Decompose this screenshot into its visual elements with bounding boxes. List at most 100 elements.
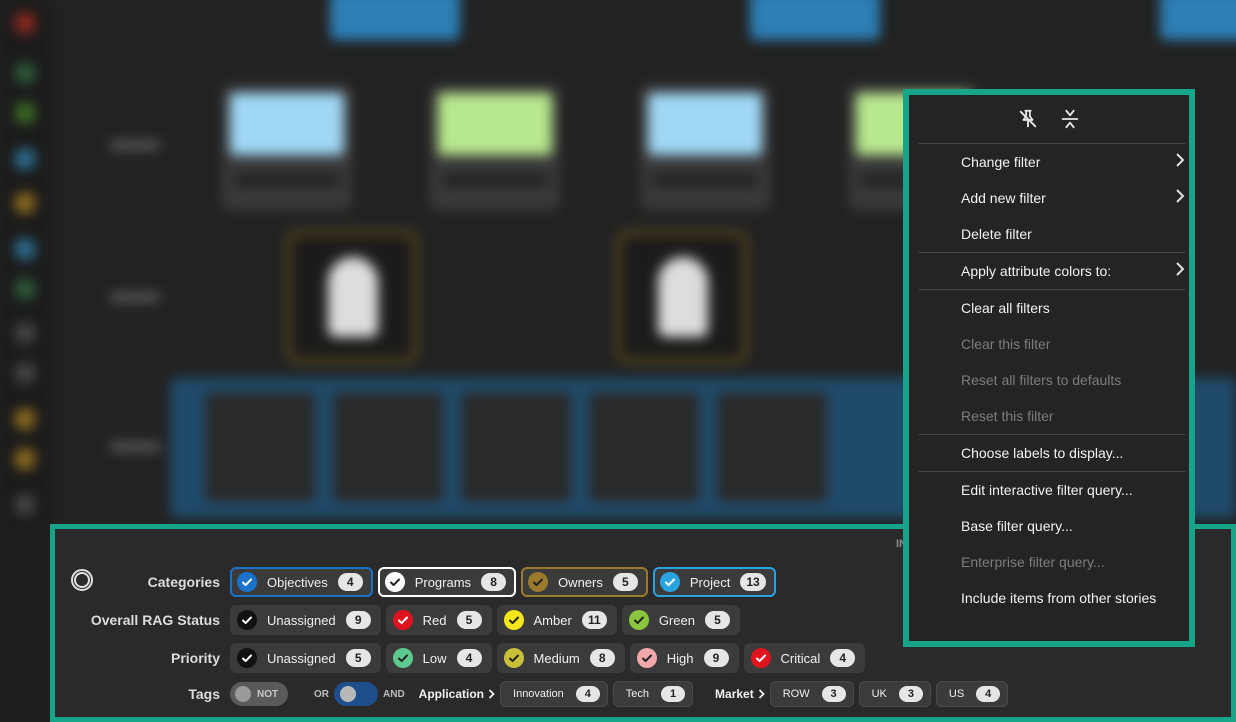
menu-item-change-filter[interactable]: Change filter	[909, 144, 1189, 180]
not-toggle[interactable]: NOT	[230, 682, 288, 706]
not-toggle-label: NOT	[257, 688, 279, 700]
filter-row-overall-rag-status: Overall RAG Status Unassigned 9 Red 5 Amber 11…	[55, 604, 740, 636]
count-badge: 8	[481, 573, 507, 591]
chip-label: Programs	[414, 574, 472, 590]
filter-chip-programs[interactable]: Programs 8	[377, 567, 517, 597]
filter-chip-green[interactable]: Green 5	[621, 605, 740, 635]
menu-item-label: Reset this filter	[961, 408, 1054, 424]
or-label: OR	[314, 688, 329, 700]
chip-label: Critical	[780, 650, 821, 666]
chip-label: Medium	[533, 650, 580, 666]
menu-item-add-new-filter[interactable]: Add new filter	[909, 180, 1189, 216]
tag-group-label: Market	[715, 687, 754, 701]
filter-chip-amber[interactable]: Amber 11	[496, 605, 617, 635]
filter-row-label: Categories	[147, 574, 220, 590]
checkmark-icon	[628, 610, 649, 630]
checkmark-icon	[237, 610, 257, 630]
chip-label: Tech	[625, 688, 650, 700]
checkmark-icon	[636, 648, 657, 668]
count-badge: 9	[345, 611, 371, 629]
chip-label: Red	[422, 612, 447, 628]
count-badge: 8	[589, 649, 615, 667]
tags-row: Tags NOT OR AND Application Innovation 4 Te…	[55, 680, 1009, 708]
menu-item-label: Edit interactive filter query...	[961, 482, 1133, 498]
checkmark-icon	[237, 572, 257, 592]
filter-row-label: Overall RAG Status	[90, 612, 220, 628]
chip-label: Project	[689, 574, 731, 590]
chevron-right-icon	[1175, 152, 1185, 172]
filter-chip-owners[interactable]: Owners 5	[521, 567, 648, 597]
filter-chip-red[interactable]: Red 5	[385, 605, 492, 635]
count-badge: 4	[830, 649, 856, 667]
count-badge: 5	[345, 649, 371, 667]
chevron-right-icon	[1175, 188, 1185, 208]
filter-chip-project[interactable]: Project 13	[652, 567, 776, 597]
unpin-icon[interactable]	[1017, 108, 1039, 130]
filter-row-label: Priority	[170, 650, 220, 666]
filter-chip-objectives[interactable]: Objectives 4	[230, 567, 373, 597]
menu-item-label: Base filter query...	[961, 518, 1073, 534]
count-badge: 4	[976, 686, 1001, 702]
count-badge: 11	[581, 611, 607, 629]
count-badge: 9	[703, 649, 729, 667]
and-label: AND	[383, 688, 405, 700]
filter-chip-high[interactable]: High 9	[629, 643, 739, 673]
filter-row-priority: Priority Unassigned 5 Low 4 Medium 8 High 9 Criti…	[55, 642, 866, 674]
menu-item-label: Enterprise filter query...	[961, 554, 1105, 570]
checkmark-icon	[237, 648, 257, 668]
chevron-right-icon	[488, 687, 495, 702]
filter-chip-unassigned[interactable]: Unassigned 9	[230, 605, 381, 635]
menu-item-include-items-from-other-stories[interactable]: Include items from other stories	[909, 580, 1189, 616]
menu-item-choose-labels-to-display[interactable]: Choose labels to display...	[909, 435, 1189, 471]
menu-item-enterprise-filter-query: Enterprise filter query...	[909, 544, 1189, 580]
tag-group-application[interactable]: Application	[419, 687, 495, 702]
checkmark-icon	[503, 610, 524, 630]
menu-item-label: Clear all filters	[961, 300, 1050, 316]
menu-item-apply-attribute-colors-to[interactable]: Apply attribute colors to:	[909, 253, 1189, 289]
checkmark-icon	[528, 572, 549, 592]
tag-chip-row[interactable]: ROW 3	[769, 681, 854, 707]
chip-label: UK	[871, 688, 887, 700]
count-badge: 5	[612, 573, 638, 591]
checkmark-icon	[392, 648, 413, 668]
tags-label: Tags	[188, 686, 220, 702]
menu-item-label: Clear this filter	[961, 336, 1051, 352]
filter-chip-critical[interactable]: Critical 4	[743, 643, 866, 673]
tag-chip-tech[interactable]: Tech 1	[612, 681, 694, 707]
chip-label: Green	[658, 612, 695, 628]
chevron-right-icon	[1175, 261, 1185, 281]
menu-item-label: Change filter	[961, 154, 1041, 170]
filter-chip-unassigned[interactable]: Unassigned 5	[230, 643, 381, 673]
menu-item-edit-interactive-filter-query[interactable]: Edit interactive filter query...	[909, 472, 1189, 508]
chip-label: US	[948, 688, 965, 700]
menu-item-label: Add new filter	[961, 190, 1046, 206]
menu-item-clear-all-filters[interactable]: Clear all filters	[909, 290, 1189, 326]
chevron-right-icon	[758, 687, 765, 702]
tag-group-label: Application	[418, 687, 485, 701]
collapse-vertical-icon[interactable]	[1059, 108, 1081, 130]
count-badge: 3	[898, 686, 923, 702]
filter-chip-medium[interactable]: Medium 8	[496, 643, 625, 673]
count-badge: 5	[456, 611, 482, 629]
count-badge: 4	[456, 649, 482, 667]
count-badge: 13	[740, 573, 766, 591]
chip-label: ROW	[782, 688, 810, 700]
tag-group-market[interactable]: Market	[715, 687, 765, 702]
filter-context-menu: Change filter Add new filter Delete filter…	[903, 89, 1195, 647]
menu-item-base-filter-query[interactable]: Base filter query...	[909, 508, 1189, 544]
chip-label: Innovation	[513, 688, 564, 700]
menu-item-label: Choose labels to display...	[961, 445, 1124, 461]
menu-toolbar	[909, 95, 1189, 143]
menu-item-label: Apply attribute colors to:	[961, 263, 1112, 279]
lane-color-strip	[0, 0, 50, 530]
count-badge: 4	[575, 686, 600, 702]
filter-chip-low[interactable]: Low 4	[385, 643, 492, 673]
tag-chip-us[interactable]: US 4	[935, 681, 1009, 707]
chip-label: Low	[422, 650, 447, 666]
and-or-toggle[interactable]	[334, 682, 378, 706]
tag-chip-uk[interactable]: UK 3	[858, 681, 931, 707]
menu-item-delete-filter[interactable]: Delete filter	[909, 216, 1189, 252]
checkmark-icon	[503, 648, 524, 668]
tag-chip-innovation[interactable]: Innovation 4	[500, 681, 608, 707]
menu-item-label: Include items from other stories	[961, 590, 1157, 606]
